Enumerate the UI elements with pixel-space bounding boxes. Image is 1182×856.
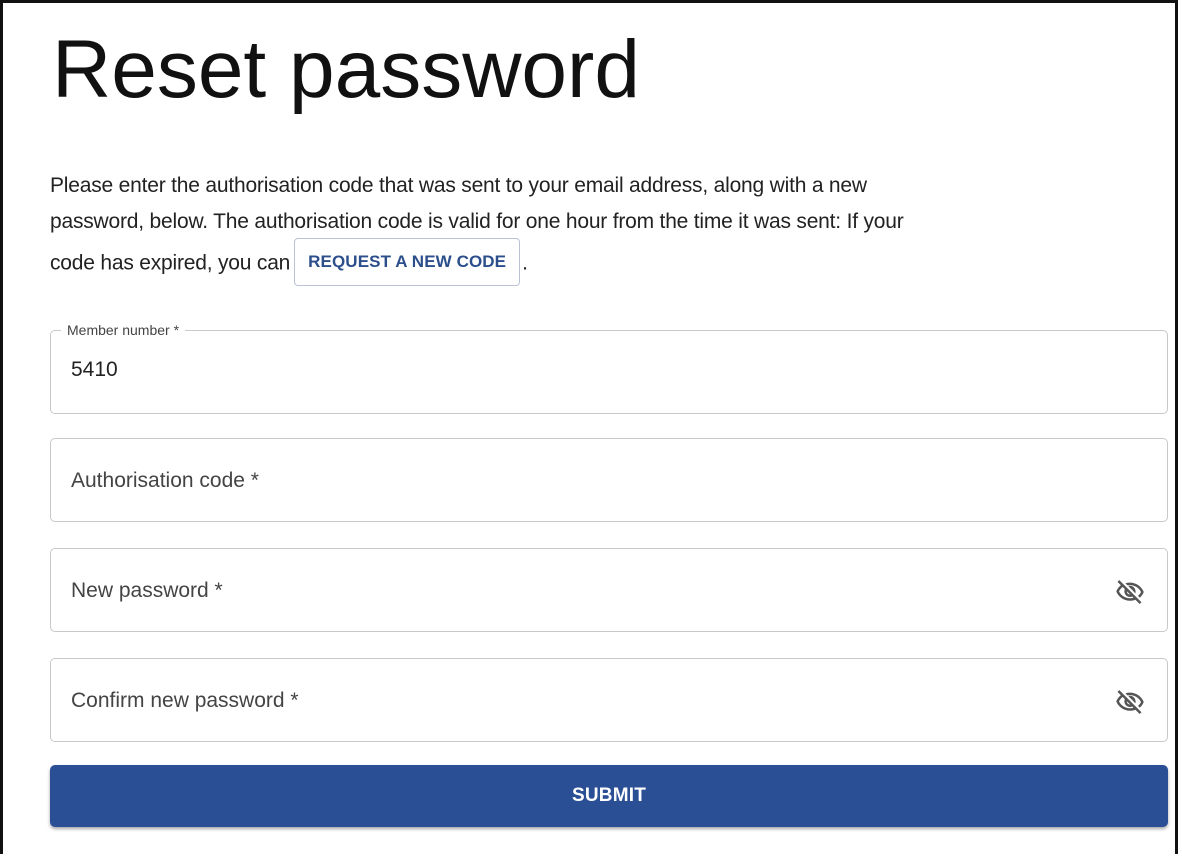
new-password-placeholder: New password *	[71, 579, 223, 602]
confirm-password-field[interactable]: Confirm new password *	[50, 658, 1168, 742]
new-password-field[interactable]: New password *	[50, 548, 1168, 632]
intro-line-3-prefix: code has expired, you can	[50, 251, 291, 275]
request-new-code-button[interactable]: REQUEST A NEW CODE	[294, 238, 521, 286]
page-title: Reset password	[52, 24, 640, 115]
member-number-label: Member number *	[61, 320, 186, 340]
member-number-field[interactable]: Member number * 5410	[50, 320, 1168, 414]
confirm-password-placeholder: Confirm new password *	[71, 689, 299, 712]
visibility-off-icon[interactable]	[1113, 577, 1147, 607]
member-number-value[interactable]: 5410	[71, 355, 118, 385]
submit-button[interactable]: SUBMIT	[50, 765, 1168, 827]
intro-line-2: password, below. The authorisation code …	[50, 210, 904, 233]
intro-line-3: code has expired, you can REQUEST A NEW C…	[50, 238, 1130, 288]
intro-line-1: Please enter the authorisation code that…	[50, 174, 867, 197]
intro-text: Please enter the authorisation code that…	[50, 168, 1130, 288]
visibility-off-icon[interactable]	[1113, 687, 1147, 717]
authorisation-code-field[interactable]: Authorisation code *	[50, 438, 1168, 522]
authorisation-code-placeholder: Authorisation code *	[71, 469, 259, 492]
intro-line-3-suffix: .	[522, 251, 528, 275]
